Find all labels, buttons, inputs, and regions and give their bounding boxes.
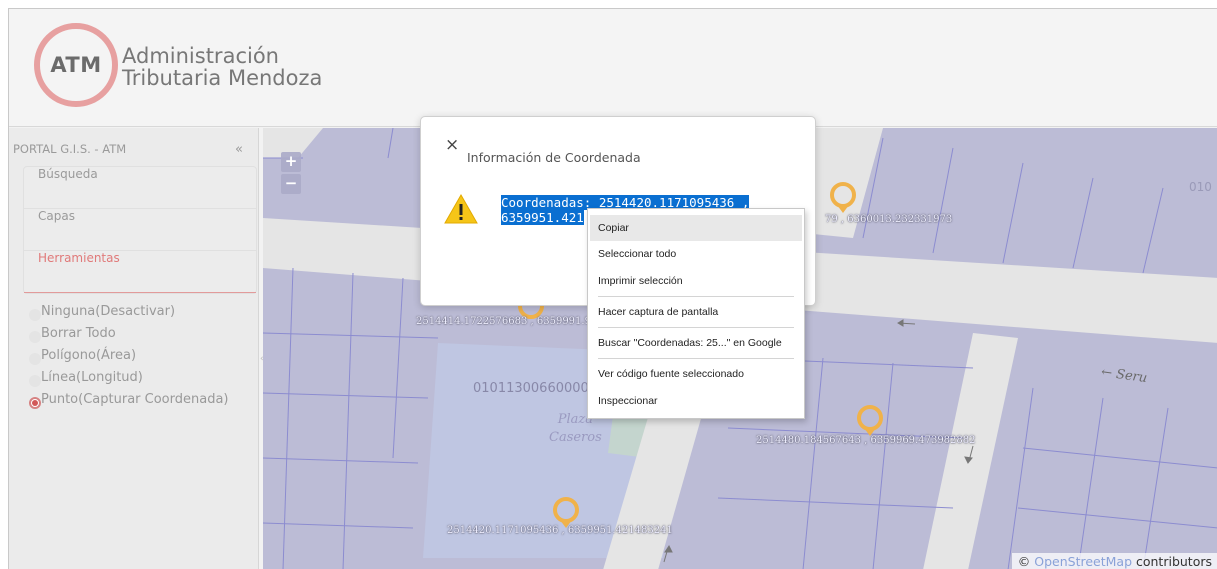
logo-abbr: ATM: [50, 53, 102, 77]
attribution-suffix: contributors: [1135, 554, 1212, 569]
logo-line-2: Tributaria Mendoza: [122, 66, 323, 90]
menu-item-ver-codigo-fuente[interactable]: Ver código fuente seleccionado: [590, 361, 802, 387]
atm-logo: ATM: [34, 23, 118, 107]
tool-option-poligono[interactable]: Polígono(Área): [29, 348, 228, 370]
sidebar-item-herramientas[interactable]: Herramientas: [24, 251, 256, 293]
zoom-in-button[interactable]: +: [281, 152, 301, 172]
zoom-out-button[interactable]: −: [281, 174, 301, 194]
context-menu: Copiar Seleccionar todo Imprimir selecci…: [587, 208, 805, 419]
marker-label: 79 , 6360013.232331973: [825, 214, 953, 225]
logo-line-1: Administración: [122, 44, 279, 68]
sidebar-item-busqueda[interactable]: Búsqueda: [24, 167, 256, 209]
menu-item-captura-pantalla[interactable]: Hacer captura de pantalla: [590, 299, 802, 325]
marker-label: 2514420.1171095436 , 6359951.421483241: [447, 525, 673, 536]
menu-item-seleccionar-todo[interactable]: Seleccionar todo: [590, 241, 802, 267]
tools-list: Ninguna(Desactivar) Borrar Todo Polígono…: [29, 304, 228, 414]
osm-link[interactable]: OpenStreetMap: [1034, 554, 1132, 569]
radio-selected-icon[interactable]: [29, 397, 41, 409]
menu-item-inspeccionar[interactable]: Inspeccionar: [590, 388, 802, 414]
header: ATM Administración Tributaria Mendoza: [9, 9, 1217, 127]
tool-label: Ninguna(Desactivar): [41, 304, 176, 319]
sidebar: PORTAL G.I.S. - ATM « Búsqueda Capas Her…: [9, 128, 259, 569]
radio-icon[interactable]: [29, 309, 41, 321]
tool-label: Polígono(Área): [41, 348, 137, 363]
tool-label: Línea(Longitud): [41, 370, 143, 385]
warning-icon: [444, 193, 478, 224]
sidebar-menu: Búsqueda Capas Herramientas: [23, 166, 257, 294]
attribution-prefix: ©: [1017, 554, 1031, 569]
tool-option-punto[interactable]: Punto(Capturar Coordenada): [29, 392, 228, 414]
collapse-sidebar-button[interactable]: «: [235, 142, 243, 157]
sidebar-item-capas[interactable]: Capas: [24, 209, 256, 251]
dialog-title: Información de Coordenada: [467, 150, 641, 165]
tool-option-ninguna[interactable]: Ninguna(Desactivar): [29, 304, 228, 326]
marker-label: 2514414.1722576683 , 6359991.9: [416, 316, 591, 327]
menu-separator: [598, 296, 794, 297]
radio-icon[interactable]: [29, 353, 41, 365]
radio-icon[interactable]: [29, 331, 41, 343]
menu-separator: [598, 327, 794, 328]
menu-item-imprimir-seleccion[interactable]: Imprimir selección: [590, 268, 802, 294]
logo-text: Administración Tributaria Mendoza: [122, 45, 322, 89]
sidebar-title: PORTAL G.I.S. - ATM: [13, 142, 127, 156]
menu-separator: [598, 358, 794, 359]
corner-number: 010: [1189, 180, 1212, 194]
coord-line-2: 6359951.421: [501, 210, 584, 225]
tool-option-borrar-todo[interactable]: Borrar Todo: [29, 326, 228, 348]
close-icon[interactable]: ×: [445, 135, 459, 155]
marker-label: 2514480.184567643 , 6359969.473982882: [756, 435, 976, 446]
menu-item-buscar-google[interactable]: Buscar "Coordenadas: 25..." en Google: [590, 330, 802, 356]
road-diagonal-right: [923, 333, 1018, 569]
radio-icon[interactable]: [29, 375, 41, 387]
tool-label: Punto(Capturar Coordenada): [41, 392, 229, 407]
tool-option-linea[interactable]: Línea(Longitud): [29, 370, 228, 392]
map-attribution: © OpenStreetMap contributors: [1011, 553, 1217, 569]
parcel-number: 01011300660000: [473, 381, 589, 396]
menu-item-copiar[interactable]: Copiar: [590, 215, 802, 241]
tool-label: Borrar Todo: [41, 326, 116, 341]
plaza-line-2: Caseros: [549, 430, 602, 445]
